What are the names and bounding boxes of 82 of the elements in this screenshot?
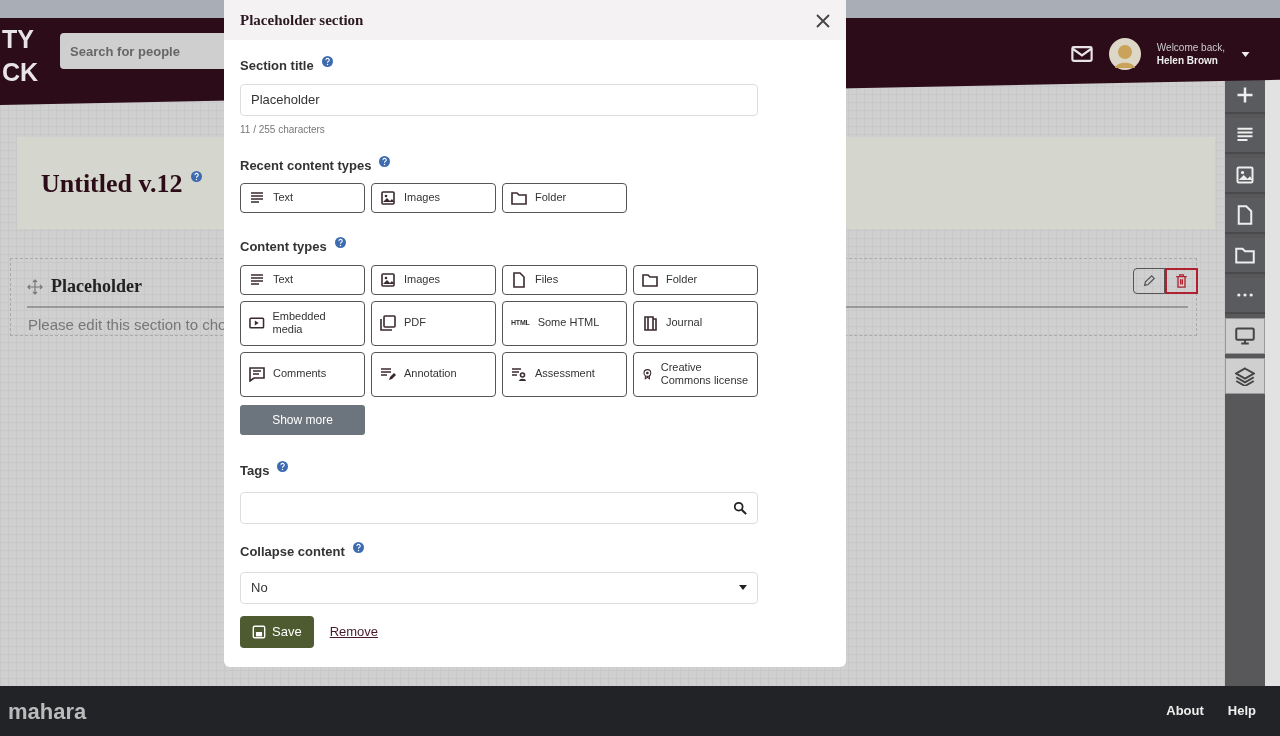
help-icon[interactable]	[321, 56, 333, 67]
play-icon	[249, 315, 265, 331]
text-lines-icon	[249, 271, 265, 288]
toolbar-button[interactable]	[1225, 358, 1265, 394]
help-icon[interactable]	[190, 171, 202, 183]
save-button[interactable]: Save	[240, 615, 314, 648]
file-icon	[1235, 205, 1255, 225]
content-type-button[interactable]: Images	[371, 183, 496, 213]
monitor-icon	[1235, 326, 1255, 346]
delete-button[interactable]	[1165, 267, 1198, 294]
content-type-button[interactable]: Files	[502, 264, 627, 295]
image-icon	[380, 190, 396, 206]
folder-icon	[511, 190, 527, 206]
toolbar-button[interactable]	[1225, 78, 1265, 114]
welcome-text: Welcome back,	[1156, 41, 1225, 54]
section-title: Placeholder	[51, 275, 142, 298]
help-icon[interactable]	[379, 155, 391, 167]
footer-link[interactable]: About	[1166, 701, 1204, 721]
award-icon	[642, 366, 653, 382]
show-more-button[interactable]: Show more	[240, 404, 365, 435]
toolbar-button[interactable]	[1225, 238, 1265, 274]
avatar-icon[interactable]	[1108, 38, 1141, 70]
help-icon[interactable]	[277, 460, 289, 472]
text-lines-icon	[249, 190, 265, 206]
content-type-button[interactable]: Embedded media	[240, 300, 365, 346]
search-icon	[733, 501, 747, 515]
caret-icon	[739, 585, 747, 590]
file-icon	[511, 271, 527, 288]
book-icon	[642, 315, 658, 331]
mail-icon	[1070, 43, 1093, 65]
remove-link[interactable]: Remove	[329, 621, 379, 642]
move-icon	[27, 278, 43, 295]
content-type-button[interactable]: Journal	[633, 300, 758, 346]
help-icon[interactable]	[334, 237, 346, 248]
toolbar-button[interactable]	[1225, 158, 1265, 194]
content-type-button[interactable]: Images	[371, 264, 496, 295]
content-type-button[interactable]: PDF	[371, 300, 496, 346]
content-type-button[interactable]: Folder	[502, 183, 627, 213]
pencil-icon	[1142, 273, 1156, 288]
field-label: Content types	[240, 238, 327, 256]
toolbar-button[interactable]	[1225, 118, 1265, 154]
comment-icon	[249, 366, 265, 382]
image-icon	[380, 271, 396, 288]
content-type-button[interactable]: Creative Commons license	[633, 351, 758, 397]
field-label: Collapse content	[240, 543, 345, 561]
content-type-button[interactable]: Assessment	[502, 351, 627, 397]
pdf-icon	[380, 315, 396, 331]
select-value: No	[251, 578, 268, 597]
footer-logo: mahara	[8, 697, 87, 726]
note-pencil-icon	[380, 366, 396, 382]
content-type-button[interactable]: Text	[240, 183, 365, 213]
close-icon	[815, 12, 831, 29]
character-count: 11 / 255 characters	[240, 123, 325, 135]
plus-icon	[1235, 85, 1255, 105]
collapse-select[interactable]: No	[240, 571, 758, 604]
content-type-button[interactable]: Comments	[240, 351, 365, 397]
modal-title: Placeholder section	[240, 10, 364, 30]
content-type-button[interactable]: Folder	[633, 264, 758, 295]
page-title: Untitled v.12	[41, 167, 183, 200]
toolbar-button[interactable]	[1225, 318, 1265, 354]
field-label: Tags	[240, 461, 270, 480]
user-name: Helen Brown	[1156, 54, 1219, 67]
edit-button[interactable]	[1133, 267, 1165, 294]
tags-field[interactable]	[240, 492, 758, 524]
logo-text: CK	[1, 57, 39, 84]
list-person-icon	[511, 366, 527, 382]
footer-link[interactable]: Help	[1227, 701, 1256, 721]
image-icon	[1235, 165, 1255, 185]
more-icon	[1237, 293, 1253, 297]
content-type-button[interactable]: Text	[240, 264, 365, 295]
toolbar-button[interactable]	[1225, 198, 1265, 234]
folder-icon	[642, 271, 658, 288]
section-title-field[interactable]: Placeholder	[240, 83, 758, 116]
help-icon[interactable]	[352, 542, 364, 553]
logo-text: TY	[1, 24, 35, 51]
save-icon	[252, 624, 266, 639]
layers-icon	[1235, 366, 1255, 386]
field-label: Recent content types	[240, 156, 372, 175]
trash-icon	[1175, 273, 1188, 288]
content-type-button[interactable]: Annotation	[371, 351, 496, 397]
caret-icon[interactable]	[1241, 51, 1250, 57]
folder-icon	[1235, 245, 1255, 265]
